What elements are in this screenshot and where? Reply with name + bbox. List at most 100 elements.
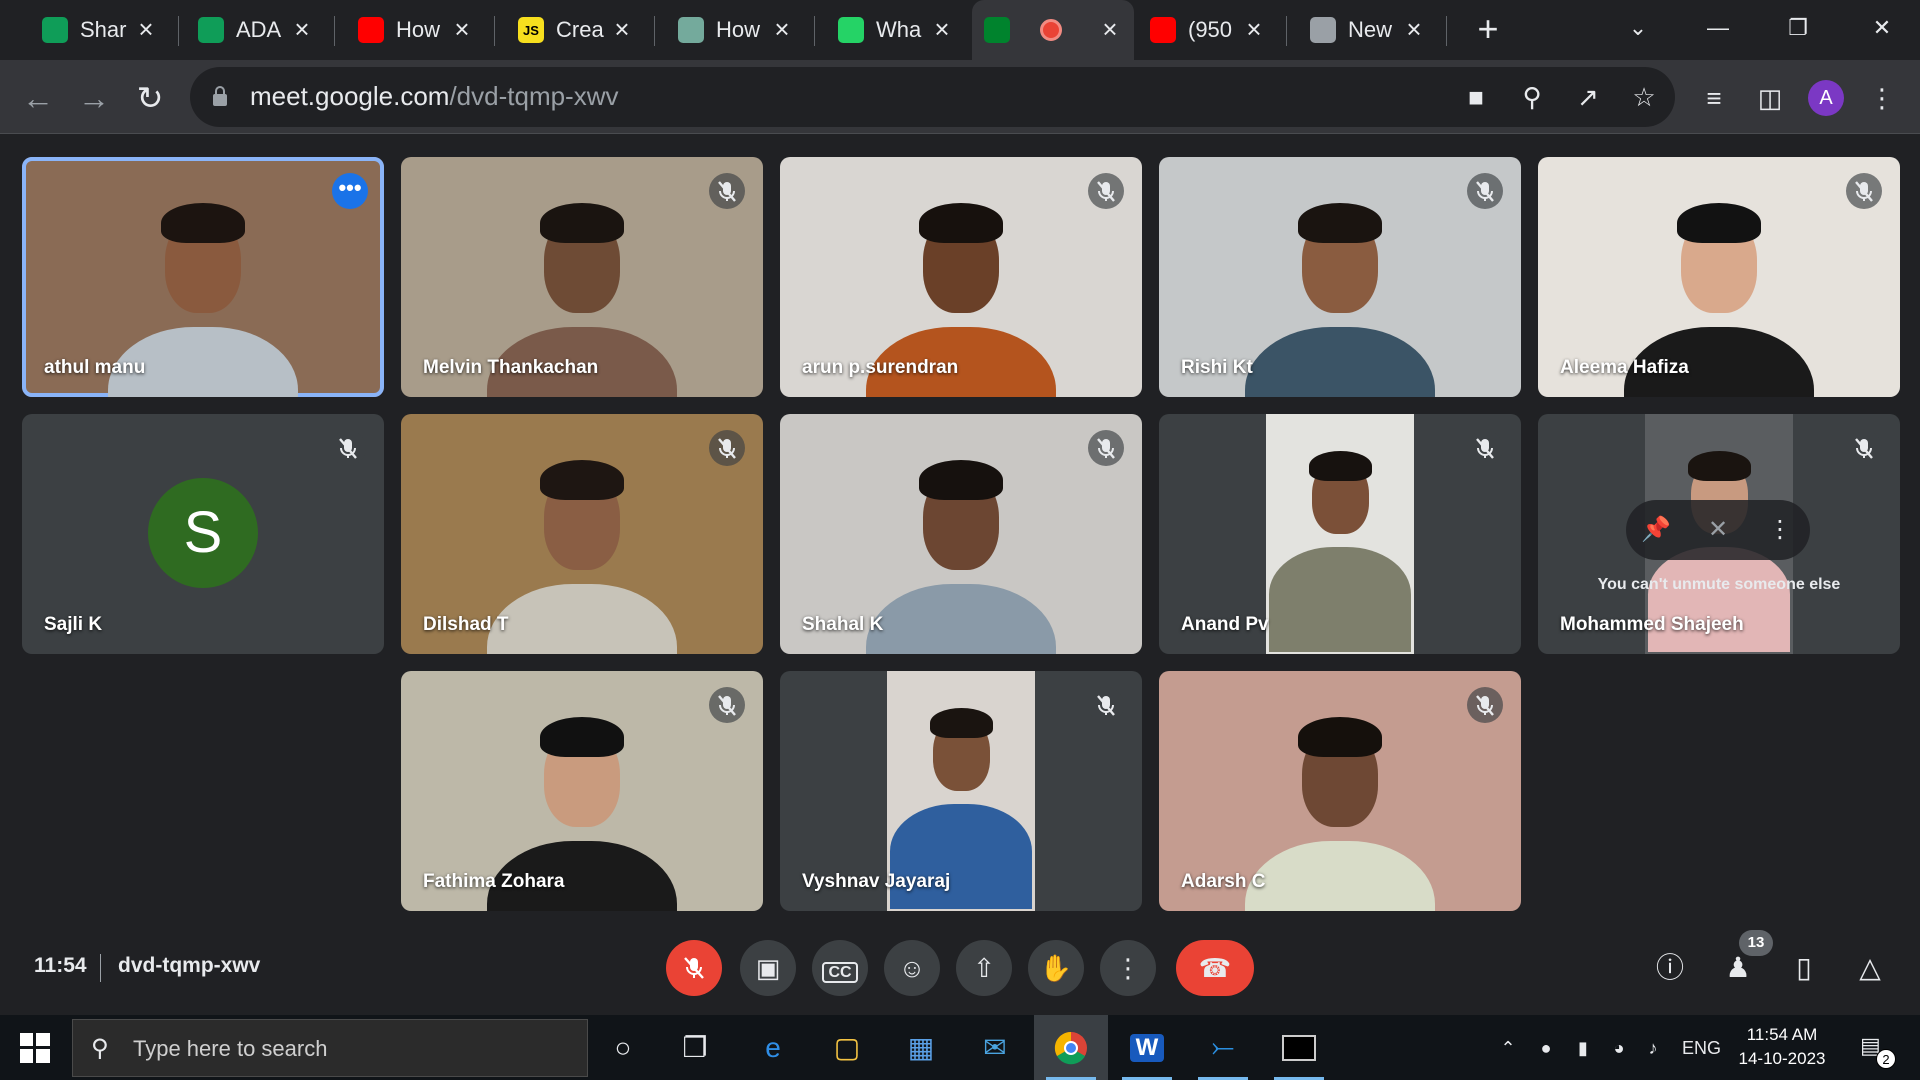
participant-video-feed [1266,414,1414,654]
wifi-icon[interactable]: ◕ [1606,1033,1632,1063]
participant-hair [540,460,624,500]
bookmark-star-icon[interactable]: ☆ [1628,81,1660,113]
participant-tile[interactable]: 📌 ✕ ⋮ You can't unmute someone else Mohammed… [1538,414,1900,654]
volume-icon[interactable]: ♪ [1640,1033,1666,1063]
tab-title: (950 [1188,17,1233,42]
system-clock[interactable]: 11:54 AM 14-10-2023 [1726,1023,1838,1071]
camera-in-use-icon[interactable]: ■ [1460,81,1492,113]
unmute-restriction-tooltip: You can't unmute someone else [1597,576,1841,593]
url-text[interactable]: meet.google.com/dvd-tqmp-xwv [250,81,619,112]
terminal-icon[interactable] [1262,1015,1336,1080]
browser-tab[interactable]: ADA × [186,10,326,50]
participant-tile[interactable]: Dilshad T [401,414,763,654]
forward-arrow-icon[interactable]: → [74,78,114,118]
meeting-details-button[interactable]: ⓘ [1648,946,1692,990]
leave-call-button[interactable]: ☎ [1176,940,1254,996]
participant-tile[interactable]: Anand Pv [1159,414,1521,654]
close-tab-icon[interactable]: × [450,16,474,42]
back-arrow-icon[interactable]: ← [18,78,58,118]
close-tab-icon[interactable]: × [1242,16,1266,42]
captions-button[interactable]: CC [812,940,868,996]
chrome-menu-icon[interactable]: ⋮ [1864,80,1900,116]
mail-icon[interactable]: ✉ [958,1015,1032,1080]
pin-icon[interactable]: 📌 [1638,512,1674,548]
close-window-button[interactable]: ✕ [1858,10,1906,46]
windows-start-icon[interactable] [20,1033,50,1063]
close-tab-icon[interactable]: × [290,16,314,42]
edge-browser-icon[interactable]: e [736,1015,810,1080]
participant-name: athul manu [44,357,146,378]
notification-count-badge: 2 [1876,1049,1896,1069]
participant-hair [1298,203,1382,243]
participant-tile[interactable]: S Sajli K [22,414,384,654]
side-panel-icon[interactable]: ◫ [1752,80,1788,116]
participant-hair [929,708,993,738]
reading-list-icon[interactable]: ≡ [1696,80,1732,116]
taskbar-search-input[interactable]: ⚲ Type here to search [72,1019,588,1077]
browser-tab[interactable]: How × [346,10,486,50]
close-tab-icon[interactable]: × [930,16,954,42]
reload-icon[interactable]: ↻ [130,78,170,118]
minimize-button[interactable]: — [1694,10,1742,46]
participant-hair [919,460,1003,500]
maximize-button[interactable]: ❐ [1774,10,1822,46]
browser-tab[interactable]: New × [1298,10,1438,50]
present-screen-button[interactable]: ⇧ [956,940,1012,996]
close-tab-icon[interactable]: × [1402,16,1426,42]
participant-avatar: S [148,478,258,588]
search-icon: ⚲ [91,1035,109,1062]
cortana-icon[interactable]: ○ [586,1015,660,1080]
browser-tab[interactable]: × [972,0,1134,60]
language-indicator[interactable]: ENG [1682,1033,1721,1063]
more-vert-icon[interactable]: ⋮ [1762,512,1798,548]
zoom-icon[interactable]: ⚲ [1516,81,1548,113]
participant-tile[interactable]: Vyshnav Jayaraj [780,671,1142,911]
word-icon[interactable]: W [1110,1015,1184,1080]
more-options-button[interactable]: ⋮ [1100,940,1156,996]
participant-tile[interactable]: ••• athul manu [22,157,384,397]
chat-button[interactable]: ▯ [1782,946,1826,990]
microphone-off-button[interactable] [666,940,722,996]
participant-name: Melvin Thankachan [423,357,599,378]
microsoft-store-icon[interactable]: ▦ [884,1015,958,1080]
show-hidden-icons-chevron-icon[interactable]: ⌃ [1496,1033,1520,1063]
new-tab-button[interactable]: + [1470,11,1506,48]
participant-tile[interactable]: Shahal K [780,414,1142,654]
chrome-taskbar-icon[interactable] [1034,1015,1108,1080]
browser-tab[interactable]: (950 × [1138,10,1278,50]
recording-indicator-icon [1040,19,1062,41]
participant-tile[interactable]: Fathima Zohara [401,671,763,911]
browser-toolbar: ← → ↻ meet.google.com/dvd-tqmp-xwv ■ ⚲ ↗… [0,60,1920,134]
battery-icon[interactable]: ▮ [1570,1033,1596,1063]
task-view-icon[interactable]: ❐ [658,1015,732,1080]
vscode-icon[interactable]: ⤚ [1186,1015,1260,1080]
activities-button[interactable]: △ [1848,946,1892,990]
address-bar[interactable]: meet.google.com/dvd-tqmp-xwv ■ ⚲ ↗ ☆ [190,67,1675,127]
participant-body [1268,546,1412,652]
browser-tab[interactable]: Shar × [30,10,170,50]
participant-tile[interactable]: Aleema Hafiza [1538,157,1900,397]
hand-icon: ✋ [1039,953,1073,983]
lock-icon[interactable] [212,85,228,107]
file-explorer-icon[interactable]: ▢ [810,1015,884,1080]
tab-search-chevron-icon[interactable]: ⌄ [1614,10,1662,46]
participant-tile[interactable]: Rishi Kt [1159,157,1521,397]
close-tab-icon[interactable]: × [770,16,794,42]
participant-body [1245,327,1435,397]
participant-tile[interactable]: Adarsh C [1159,671,1521,911]
browser-tab[interactable]: JS Crea × [506,10,646,50]
browser-tab[interactable]: Wha × [826,10,966,50]
participant-tile[interactable]: Melvin Thankachan [401,157,763,397]
microphone-icon[interactable]: ● [1534,1033,1558,1063]
camera-button[interactable]: ▣ [740,940,796,996]
profile-avatar[interactable]: A [1808,80,1844,116]
tile-more-options-icon[interactable]: ••• [332,173,368,209]
close-tab-icon[interactable]: × [1098,16,1122,42]
share-icon[interactable]: ↗ [1572,81,1604,113]
participant-tile[interactable]: arun p.surendran [780,157,1142,397]
close-tab-icon[interactable]: × [610,16,634,42]
raise-hand-button[interactable]: ✋ [1028,940,1084,996]
close-tab-icon[interactable]: × [134,16,158,42]
browser-tab[interactable]: How × [666,10,806,50]
reactions-button[interactable]: ☺ [884,940,940,996]
